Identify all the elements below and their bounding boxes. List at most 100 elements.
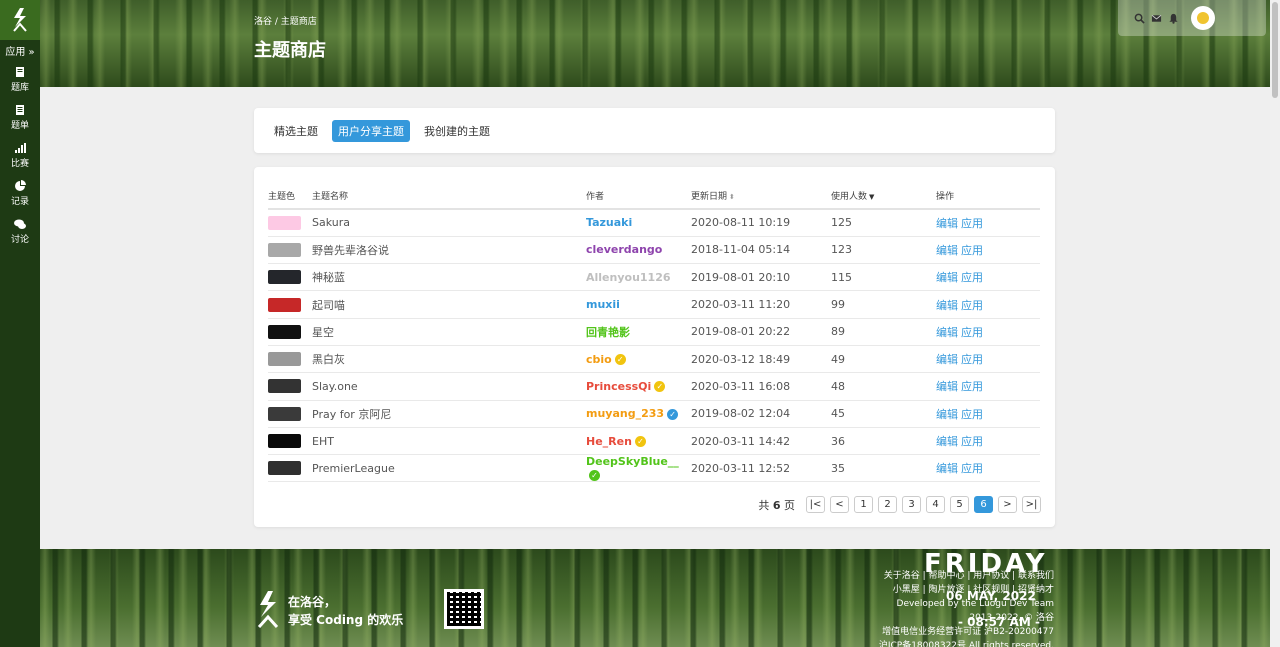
luogu-logo[interactable] — [0, 0, 40, 40]
edit-link[interactable]: 编辑 — [936, 435, 958, 448]
apply-link[interactable]: 应用 — [961, 353, 983, 366]
page-button-1[interactable]: 1 — [854, 496, 873, 513]
table-row: Slay.one PrincessQi ✓ 2020-03-11 16:08 48 编辑应… — [268, 372, 1040, 401]
cell-users: 99 — [831, 290, 936, 319]
next-page-button[interactable]: > — [998, 496, 1017, 513]
cell-ops: 编辑 应用 — [936, 290, 1040, 319]
sidebar-item-discuss[interactable]: 讨论 — [0, 212, 40, 250]
cell-color — [268, 209, 312, 237]
table-row: EHT He_Ren ✓ 2020-03-11 14:42 36 编辑 应用 — [268, 427, 1040, 456]
page-button-5[interactable]: 5 — [950, 496, 969, 513]
cell-ops: 编辑 应用 — [936, 372, 1040, 401]
apps-toggle[interactable]: 应用 » — [0, 46, 40, 60]
page-button-2[interactable]: 2 — [878, 496, 897, 513]
apply-link[interactable]: 应用 — [961, 217, 983, 230]
edit-link[interactable]: 编辑 — [936, 380, 958, 393]
prev-page-button[interactable]: < — [830, 496, 849, 513]
cell-date: 2020-08-11 10:19 — [691, 209, 831, 237]
author-link[interactable]: 回青艳影 — [586, 326, 630, 339]
tab-my-themes[interactable]: 我创建的主题 — [418, 120, 496, 142]
verified-badge-icon: ✓ — [614, 354, 626, 366]
avatar[interactable] — [1191, 6, 1215, 30]
apply-link[interactable]: 应用 — [961, 244, 983, 257]
edit-link[interactable]: 编辑 — [936, 326, 958, 339]
cell-date: 2020-03-11 12:52 — [691, 454, 831, 483]
cell-color — [268, 290, 312, 319]
edit-link[interactable]: 编辑 — [936, 244, 958, 257]
search-icon[interactable] — [1134, 13, 1145, 24]
author-link[interactable]: muxii — [586, 298, 620, 311]
verified-badge-icon: ✓ — [667, 408, 679, 420]
apply-link[interactable]: 应用 — [961, 326, 983, 339]
apply-link[interactable]: 应用 — [961, 299, 983, 312]
cell-color — [268, 427, 312, 456]
cell-name: 神秘蓝 — [312, 263, 586, 292]
cell-name: EHT — [312, 427, 586, 456]
author-link[interactable]: PrincessQi — [586, 380, 651, 393]
avatar-image — [1197, 12, 1209, 24]
author-link[interactable]: muyang_233 — [586, 407, 664, 420]
sidebar-item-training[interactable]: 题单 — [0, 98, 40, 136]
cell-author: DeepSkyBlue__✓ — [586, 454, 691, 483]
cell-color — [268, 263, 312, 292]
apply-link[interactable]: 应用 — [961, 380, 983, 393]
tab-user-shared[interactable]: 用户分享主题 — [332, 119, 410, 142]
cell-date: 2020-03-11 14:42 — [691, 427, 831, 456]
tab-featured[interactable]: 精选主题 — [268, 120, 324, 142]
table-row: 野兽先辈洛谷说 cleverdango 2018-11-04 05:14 123 编辑应… — [268, 236, 1040, 265]
cell-ops: 编辑 应用 — [936, 345, 1040, 374]
scrollbar-thumb[interactable] — [1272, 2, 1278, 98]
mail-icon[interactable] — [1151, 13, 1162, 24]
author-link[interactable]: He_Ren — [586, 435, 632, 448]
cell-author: PrincessQi ✓ — [586, 372, 691, 401]
page-button-3[interactable]: 3 — [902, 496, 921, 513]
sort-both-icon: ⬍ — [729, 193, 735, 201]
sidebar-item-records[interactable]: 记录 — [0, 174, 40, 212]
author-link[interactable]: Tazuaki — [586, 216, 632, 229]
first-page-button[interactable]: |< — [806, 496, 825, 513]
sidebar: 应用 » 题库 题单 比赛 记录 讨论 — [0, 0, 40, 647]
col-users[interactable]: 使用人数 ▼ — [831, 183, 936, 210]
cell-date: 2020-03-11 11:20 — [691, 290, 831, 319]
edit-link[interactable]: 编辑 — [936, 271, 958, 284]
footer-links: 关于洛谷 | 帮助中心 | 用户协议 | 联系我们 小黑屋 | 陶片放逐 | 社… — [870, 569, 1054, 647]
apply-link[interactable]: 应用 — [961, 462, 983, 475]
cell-author: cleverdango — [586, 236, 691, 265]
author-link[interactable]: Allenyou1126 — [586, 271, 671, 284]
edit-link[interactable]: 编辑 — [936, 408, 958, 421]
cell-name: 星空 — [312, 318, 586, 346]
cell-ops: 编辑 应用 — [936, 236, 1040, 265]
author-link[interactable]: cleverdango — [586, 243, 662, 256]
theme-color-swatch — [268, 270, 301, 285]
cell-users: 48 — [831, 372, 936, 401]
author-link[interactable]: cbio — [586, 353, 612, 366]
sidebar-item-contest[interactable]: 比赛 — [0, 136, 40, 174]
breadcrumb[interactable]: 洛谷 / 主题商店 — [254, 14, 317, 27]
cell-name: 黑白灰 — [312, 345, 586, 374]
apply-link[interactable]: 应用 — [961, 271, 983, 284]
sidebar-item-label: 记录 — [10, 196, 29, 207]
apply-link[interactable]: 应用 — [961, 408, 983, 421]
clock-day: FRIDAY — [924, 549, 1048, 579]
edit-link[interactable]: 编辑 — [936, 462, 958, 475]
chat-icon — [14, 219, 26, 229]
edit-link[interactable]: 编辑 — [936, 299, 958, 312]
bell-icon[interactable] — [1168, 13, 1179, 24]
cell-color — [268, 345, 312, 374]
cell-users: 45 — [831, 400, 936, 428]
last-page-button[interactable]: >| — [1022, 496, 1041, 513]
author-link[interactable]: DeepSkyBlue__ — [586, 455, 679, 468]
footer-slogan: 在洛谷， 享受 Coding 的欢乐 — [288, 593, 403, 629]
page-button-4[interactable]: 4 — [926, 496, 945, 513]
page-button-6[interactable]: 6 — [974, 496, 993, 513]
footer-icp2[interactable]: 沪ICP备18008322号 All rights reserved. — [870, 639, 1054, 647]
col-date[interactable]: 更新日期 ⬍ — [691, 183, 831, 210]
apply-link[interactable]: 应用 — [961, 435, 983, 448]
edit-link[interactable]: 编辑 — [936, 353, 958, 366]
cell-users: 35 — [831, 454, 936, 483]
sidebar-item-label: 比赛 — [10, 158, 29, 169]
cell-name: 起司喵 — [312, 290, 586, 319]
cell-author: muyang_233 ✓ — [586, 400, 691, 428]
sidebar-item-problems[interactable]: 题库 — [0, 60, 40, 98]
edit-link[interactable]: 编辑 — [936, 217, 958, 230]
